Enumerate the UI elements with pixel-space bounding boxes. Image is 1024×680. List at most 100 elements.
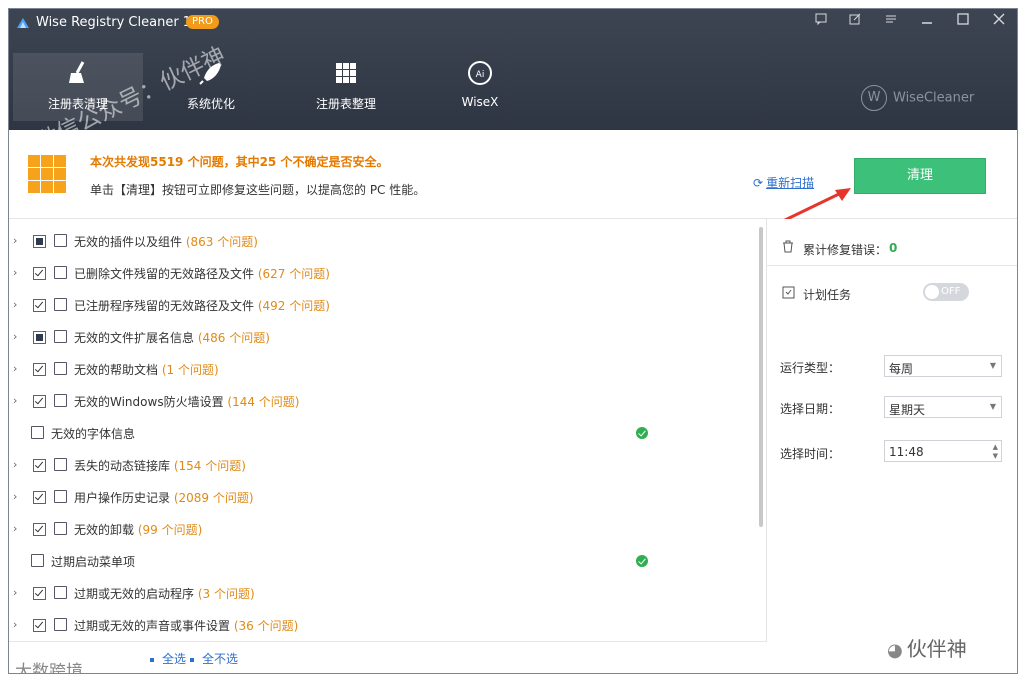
chevron-right-icon[interactable]: › bbox=[13, 490, 17, 503]
firewall-icon bbox=[54, 394, 67, 407]
list-item[interactable]: › 无效的文件扩展名信息 (486 个问题) bbox=[9, 321, 749, 353]
chevron-down-icon: ▼ bbox=[989, 402, 996, 411]
brand-label: WiseCleaner bbox=[893, 90, 975, 106]
spin-up-icon[interactable]: ▲ bbox=[993, 443, 998, 451]
chevron-right-icon[interactable]: › bbox=[13, 586, 17, 599]
item-name: 无效的Windows防火墙设置 bbox=[74, 395, 224, 409]
chevron-right-icon[interactable]: › bbox=[13, 362, 17, 375]
item-label: 已删除文件残留的无效路径及文件 (627 个问题) bbox=[74, 265, 330, 282]
watermark-text: 伙伴神 bbox=[906, 637, 967, 661]
item-checkbox[interactable] bbox=[33, 331, 46, 344]
file-icon bbox=[54, 266, 67, 279]
help-doc-icon bbox=[54, 362, 67, 375]
run-type-select[interactable]: 每周 ▼ bbox=[884, 355, 1002, 377]
select-none-link[interactable]: 全不选 bbox=[190, 650, 238, 667]
date-select[interactable]: 星期天 ▼ bbox=[884, 396, 1002, 418]
item-checkbox[interactable] bbox=[33, 619, 46, 632]
fixed-errors-value: 0 bbox=[889, 241, 898, 255]
item-name: 丢失的动态链接库 bbox=[74, 459, 171, 473]
item-label: 无效的文件扩展名信息 (486 个问题) bbox=[74, 329, 270, 346]
item-count: (3 个问题) bbox=[197, 587, 255, 601]
time-label: 选择时间： bbox=[780, 447, 841, 461]
chevron-right-icon[interactable]: › bbox=[13, 234, 17, 247]
minimize-button[interactable] bbox=[917, 13, 937, 31]
app-window: Wise Registry Cleaner 11 PRO 注册表清理 系统优化 … bbox=[8, 8, 1018, 674]
chevron-right-icon[interactable]: › bbox=[13, 458, 17, 471]
item-name: 过期或无效的启动程序 bbox=[74, 587, 195, 601]
list-scrollbar[interactable] bbox=[759, 227, 763, 527]
date-value: 星期天 bbox=[889, 403, 926, 417]
chevron-right-icon[interactable]: › bbox=[13, 522, 17, 535]
window-icon bbox=[54, 298, 67, 311]
item-name: 无效的文件扩展名信息 bbox=[74, 331, 195, 345]
run-type-label: 运行类型： bbox=[780, 361, 841, 375]
tab-registry-defrag[interactable]: 注册表整理 bbox=[279, 53, 413, 121]
item-name: 过期启动菜单项 bbox=[51, 555, 136, 569]
list-item[interactable]: › 无效的卸载 (99 个问题) bbox=[9, 513, 749, 545]
list-item[interactable]: › 过期或无效的声音或事件设置 (36 个问题) bbox=[9, 609, 749, 641]
item-name: 用户操作历史记录 bbox=[74, 491, 171, 505]
item-checkbox[interactable] bbox=[33, 459, 46, 472]
time-value: 11:48 bbox=[889, 445, 924, 459]
file-info-icon bbox=[54, 330, 67, 343]
run-type-value: 每周 bbox=[889, 362, 914, 376]
list-item[interactable]: 过期启动菜单项 bbox=[9, 545, 749, 577]
tab-label: WiseX bbox=[461, 95, 499, 109]
item-label: 已注册程序残留的无效路径及文件 (492 个问题) bbox=[74, 297, 330, 314]
list-item[interactable]: › 已删除文件残留的无效路径及文件 (627 个问题) bbox=[9, 257, 749, 289]
item-label: 无效的帮助文档 (1 个问题) bbox=[74, 361, 219, 378]
item-count: (99 个问题) bbox=[137, 523, 203, 537]
summary-hint: 单击【清理】按钮可立即修复这些问题，以提高您的 PC 性能。 bbox=[90, 183, 426, 197]
item-name: 无效的字体信息 bbox=[51, 427, 136, 441]
item-checkbox[interactable] bbox=[33, 235, 46, 248]
item-checkbox[interactable] bbox=[33, 395, 46, 408]
item-checkbox[interactable] bbox=[33, 523, 46, 536]
item-checkbox[interactable] bbox=[33, 299, 46, 312]
chevron-right-icon[interactable]: › bbox=[13, 266, 17, 279]
feedback-icon[interactable] bbox=[811, 13, 831, 31]
item-label: 无效的插件以及组件 (863 个问题) bbox=[74, 233, 258, 250]
tab-wisex[interactable]: Ai WiseX bbox=[413, 53, 547, 121]
time-spinner[interactable]: 11:48 ▲ ▼ bbox=[884, 440, 1002, 462]
item-name: 无效的帮助文档 bbox=[74, 363, 159, 377]
summary-headline: 本次共发现5519 个问题，其中25 个不确定是否安全。 bbox=[90, 155, 389, 169]
startup-icon bbox=[54, 586, 67, 599]
item-checkbox[interactable] bbox=[33, 267, 46, 280]
chevron-right-icon[interactable]: › bbox=[13, 394, 17, 407]
select-all-link[interactable]: 全选 bbox=[150, 650, 186, 667]
sound-icon bbox=[54, 618, 67, 631]
ai-icon: Ai bbox=[468, 61, 492, 85]
maximize-button[interactable] bbox=[953, 13, 973, 31]
list-item[interactable]: › 过期或无效的启动程序 (3 个问题) bbox=[9, 577, 749, 609]
item-checkbox[interactable] bbox=[33, 491, 46, 504]
list-item[interactable]: › 无效的帮助文档 (1 个问题) bbox=[9, 353, 749, 385]
close-button[interactable] bbox=[989, 13, 1009, 31]
item-label: 无效的字体信息 bbox=[51, 425, 135, 442]
list-item[interactable]: › 用户操作历史记录 (2089 个问题) bbox=[9, 481, 749, 513]
issue-list: › 无效的插件以及组件 (863 个问题) › 已删除文件残留的无效路径及文件 (62… bbox=[9, 219, 769, 641]
chevron-right-icon[interactable]: › bbox=[13, 618, 17, 631]
item-count: (492 个问题) bbox=[257, 299, 330, 313]
list-item[interactable]: › 丢失的动态链接库 (154 个问题) bbox=[9, 449, 749, 481]
edit-icon[interactable] bbox=[845, 13, 865, 31]
item-checkbox[interactable] bbox=[33, 363, 46, 376]
list-item[interactable]: 无效的字体信息 bbox=[9, 417, 749, 449]
scan-summary: 本次共发现5519 个问题，其中25 个不确定是否安全。 单击【清理】按钮可立即… bbox=[9, 130, 1017, 223]
item-checkbox[interactable] bbox=[33, 587, 46, 600]
list-item[interactable]: › 无效的插件以及组件 (863 个问题) bbox=[9, 225, 749, 257]
item-label: 过期或无效的启动程序 (3 个问题) bbox=[74, 585, 255, 602]
clean-button[interactable]: 清理 bbox=[854, 158, 986, 194]
tab-label: 注册表整理 bbox=[315, 97, 376, 111]
menu-icon[interactable] bbox=[881, 13, 901, 31]
check-circle-icon bbox=[636, 555, 648, 567]
chevron-right-icon[interactable]: › bbox=[13, 330, 17, 343]
wisecleaner-brand[interactable]: W WiseCleaner bbox=[861, 85, 974, 111]
schedule-label: 计划任务 bbox=[803, 288, 852, 302]
list-item[interactable]: › 无效的Windows防火墙设置 (144 个问题) bbox=[9, 385, 749, 417]
select-all-label: 全选 bbox=[162, 652, 187, 666]
list-item[interactable]: › 已注册程序残留的无效路径及文件 (492 个问题) bbox=[9, 289, 749, 321]
chevron-right-icon[interactable]: › bbox=[13, 298, 17, 311]
separator bbox=[767, 265, 1017, 266]
spin-down-icon[interactable]: ▼ bbox=[993, 452, 998, 460]
schedule-toggle[interactable]: OFF bbox=[923, 283, 969, 301]
